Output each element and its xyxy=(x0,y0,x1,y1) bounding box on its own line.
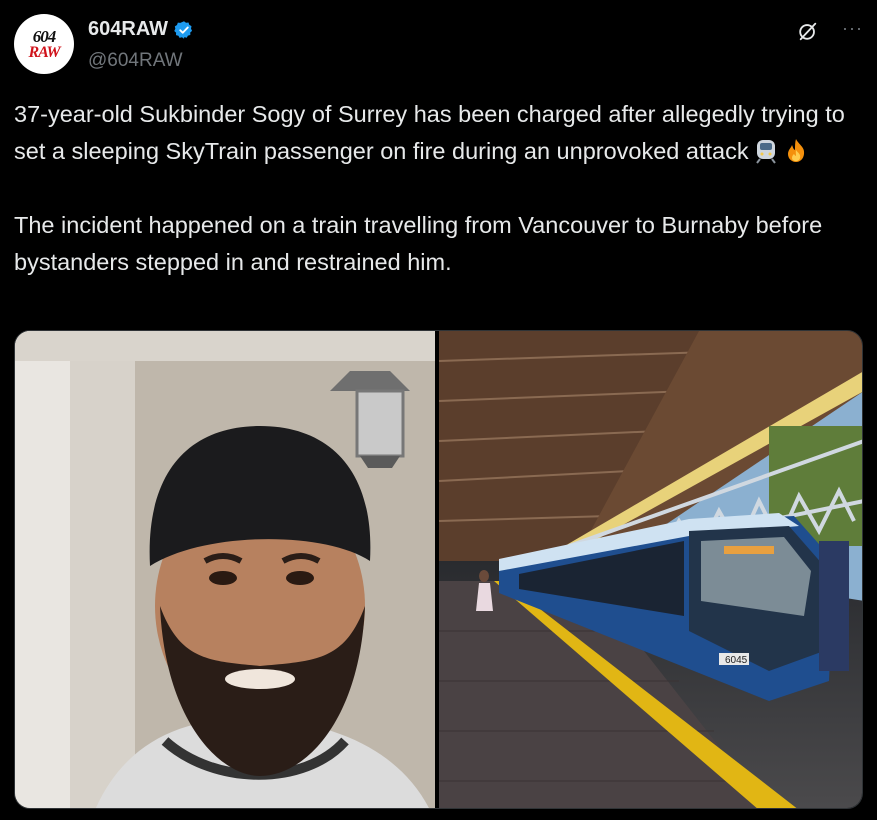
fire-emoji xyxy=(787,139,804,162)
handle[interactable]: @604RAW xyxy=(88,50,183,72)
verified-badge-icon[interactable] xyxy=(174,20,194,40)
tweet-paragraph-1: 37-year-old Sukbinder Sogy of Surrey has… xyxy=(14,101,852,164)
tweet-paragraph-2: The incident happened on a train travell… xyxy=(14,212,829,275)
grok-icon[interactable] xyxy=(797,20,819,42)
tweet-text: 37-year-old Sukbinder Sogy of Surrey has… xyxy=(14,96,864,281)
media-grid: 6045 xyxy=(14,330,863,809)
man-portrait-photo[interactable] xyxy=(15,331,435,808)
name-row: 604RAW xyxy=(88,18,194,41)
avatar-logo-raw: RAW xyxy=(28,44,60,61)
train-emoji xyxy=(755,140,776,164)
more-icon[interactable]: ··· xyxy=(842,18,863,39)
display-name[interactable]: 604RAW xyxy=(88,18,168,41)
skytrain-platform-photo[interactable]: 6045 xyxy=(439,331,862,808)
tweet-header: 604 RAW 604RAW @604RAW ··· xyxy=(14,14,863,74)
avatar[interactable]: 604 RAW xyxy=(14,14,74,74)
train-number-label: 6045 xyxy=(725,655,748,666)
